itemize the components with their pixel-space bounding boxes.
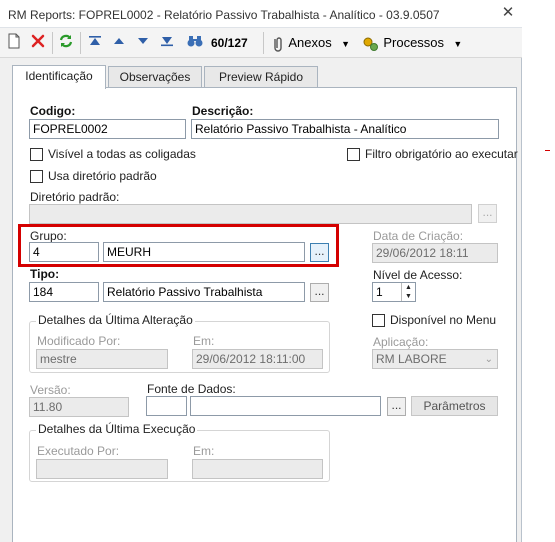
modificado-em-field: 29/06/2012 18:11:00 bbox=[192, 349, 323, 369]
parametros-button[interactable]: Parâmetros bbox=[411, 396, 498, 416]
red-marker bbox=[545, 150, 550, 151]
modificado-por-label: Modificado Por: bbox=[37, 334, 121, 348]
executado-em-label: Em: bbox=[193, 444, 215, 458]
first-record-icon[interactable] bbox=[87, 32, 103, 54]
modificado-em-label: Em: bbox=[193, 334, 215, 348]
tipo-name-field[interactable]: Relatório Passivo Trabalhista bbox=[103, 282, 305, 302]
versao-label: Versão: bbox=[30, 383, 71, 397]
codigo-field[interactable]: FOPREL0002 bbox=[29, 119, 186, 139]
disponivel-menu-label: Disponível no Menu bbox=[390, 313, 497, 327]
aplicacao-value: RM LABORE bbox=[376, 352, 447, 366]
executado-por-label: Executado Por: bbox=[37, 444, 120, 458]
grupo-code-field[interactable]: 4 bbox=[29, 242, 99, 262]
executado-por-field bbox=[36, 459, 168, 479]
disponivel-menu-checkbox[interactable] bbox=[372, 314, 385, 327]
title-bar: RM Reports: FOPREL0002 - Relatório Passi… bbox=[0, 0, 522, 28]
spin-up-icon[interactable]: ▲ bbox=[402, 283, 415, 292]
refresh-icon[interactable] bbox=[58, 32, 74, 54]
descricao-field[interactable]: Relatório Passivo Trabalhista - Analític… bbox=[191, 119, 499, 139]
aplicacao-select: RM LABORE ⌄ bbox=[372, 349, 498, 369]
aplicacao-label: Aplicação: bbox=[373, 335, 429, 349]
nivel-acesso-spinner[interactable]: ▲ ▼ bbox=[401, 283, 415, 301]
ultima-alteracao-title: Detalhes da Última Alteração bbox=[36, 313, 195, 327]
filtro-obrigatorio-label: Filtro obrigatório ao executar bbox=[365, 147, 518, 161]
grupo-label: Grupo: bbox=[30, 229, 67, 243]
close-icon[interactable]: ✕ bbox=[498, 4, 518, 22]
tipo-code-field[interactable]: 184 bbox=[29, 282, 99, 302]
nivel-acesso-label: Nível de Acesso: bbox=[373, 268, 463, 282]
diretorio-field[interactable] bbox=[29, 204, 472, 224]
diretorio-label: Diretório padrão: bbox=[30, 190, 120, 204]
chevron-down-icon: ⌄ bbox=[484, 354, 493, 365]
ultima-execucao-title: Detalhes da Última Execução bbox=[36, 422, 198, 436]
data-criacao-field: 29/06/2012 18:11 bbox=[372, 243, 498, 263]
visivel-coligadas-label: Visível a todas as coligadas bbox=[48, 147, 196, 161]
report-window: RM Reports: FOPREL0002 - Relatório Passi… bbox=[0, 0, 522, 542]
nivel-acesso-field[interactable]: 1 ▲ ▼ bbox=[372, 282, 416, 302]
usa-diretorio-checkbox[interactable] bbox=[30, 170, 43, 183]
processos-label: Processos bbox=[383, 35, 445, 50]
executado-em-field bbox=[192, 459, 323, 479]
fonte-dados-label: Fonte de Dados: bbox=[147, 382, 236, 396]
diretorio-browse-button[interactable]: ... bbox=[478, 204, 497, 223]
fonte-name-field[interactable] bbox=[190, 396, 381, 416]
processos-menu[interactable]: Processos ▼ bbox=[362, 32, 462, 54]
processos-dropdown-icon: ▼ bbox=[453, 39, 463, 49]
tipo-label: Tipo: bbox=[30, 267, 60, 281]
usa-diretorio-label: Usa diretório padrão bbox=[48, 169, 157, 183]
anexos-dropdown-icon: ▼ bbox=[341, 39, 350, 49]
visivel-coligadas-checkbox[interactable] bbox=[30, 148, 43, 161]
spin-down-icon[interactable]: ▼ bbox=[402, 292, 415, 301]
next-record-icon[interactable] bbox=[135, 32, 151, 54]
window-title: RM Reports: FOPREL0002 - Relatório Passi… bbox=[8, 8, 440, 22]
grupo-browse-button[interactable]: ... bbox=[310, 243, 329, 262]
fonte-browse-button[interactable]: ... bbox=[387, 397, 406, 416]
fonte-code-field[interactable] bbox=[146, 396, 187, 416]
tab-preview-rapido[interactable]: Preview Rápido bbox=[204, 66, 318, 88]
filtro-obrigatorio-checkbox[interactable] bbox=[347, 148, 360, 161]
tipo-browse-button[interactable]: ... bbox=[310, 283, 329, 302]
descricao-label: Descrição: bbox=[192, 104, 254, 118]
binoculars-icon[interactable] bbox=[186, 32, 204, 54]
modificado-por-field: mestre bbox=[36, 349, 168, 369]
nivel-acesso-value: 1 bbox=[376, 285, 383, 299]
anexos-menu[interactable]: Anexos ▼ bbox=[271, 32, 350, 54]
last-record-icon[interactable] bbox=[159, 32, 175, 54]
anexos-label: Anexos bbox=[288, 35, 332, 50]
toolbar: 60/127 Anexos ▼ Processos ▼ bbox=[0, 28, 522, 58]
identificacao-panel: Codigo: FOPREL0002 Descrição: Relatório … bbox=[12, 87, 518, 542]
record-counter: 60/127 bbox=[211, 36, 248, 50]
delete-icon[interactable] bbox=[30, 32, 46, 54]
grupo-name-field[interactable]: MEURH bbox=[103, 242, 305, 262]
tab-identificacao[interactable]: Identificação bbox=[12, 65, 106, 89]
data-criacao-label: Data de Criação: bbox=[373, 229, 464, 243]
previous-record-icon[interactable] bbox=[111, 32, 127, 54]
tab-observacoes[interactable]: Observações bbox=[108, 66, 202, 88]
new-document-icon[interactable] bbox=[7, 32, 21, 54]
codigo-label: Codigo: bbox=[30, 104, 76, 118]
versao-field: 11.80 bbox=[29, 397, 129, 417]
